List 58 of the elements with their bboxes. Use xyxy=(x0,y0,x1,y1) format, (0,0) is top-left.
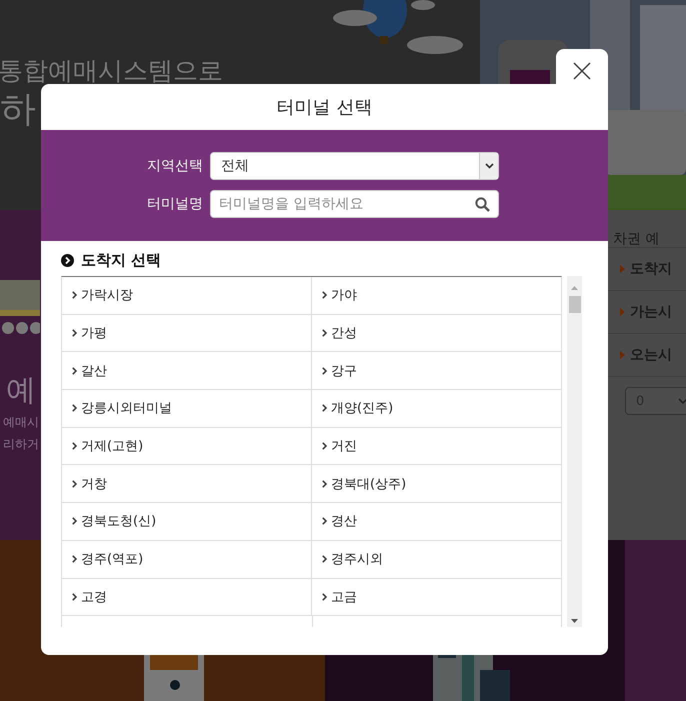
chevron-icon xyxy=(322,517,327,526)
chevron-icon xyxy=(322,329,327,338)
chevron-icon xyxy=(72,366,77,375)
terminal-item[interactable]: 강구 xyxy=(312,352,561,390)
chevron-icon xyxy=(322,555,327,564)
chevron-icon xyxy=(620,265,625,273)
chevron-icon xyxy=(322,480,327,488)
banner-headline: 통합예매시스템으로 xyxy=(0,56,223,86)
banner-subheadline: 하 xyxy=(0,88,36,132)
terminal-item[interactable]: 개양(진주) xyxy=(312,390,561,428)
chevron-circle-icon xyxy=(61,254,74,266)
terminal-item[interactable]: 가락시장 xyxy=(62,277,312,315)
chevron-icon xyxy=(72,329,77,338)
description-text: 리하거 xyxy=(3,436,39,453)
chevron-icon xyxy=(322,404,327,412)
chevron-icon xyxy=(322,592,327,601)
chevron-icon xyxy=(322,442,327,450)
section-title: 예 xyxy=(6,372,36,410)
chevron-icon xyxy=(72,555,77,564)
chevron-icon xyxy=(72,404,77,412)
region-select[interactable]: 전체 xyxy=(210,152,499,180)
chevron-icon xyxy=(620,308,625,316)
terminal-item[interactable]: 경주시외 xyxy=(312,540,561,578)
terminal-item[interactable]: 강릉시외터미널 xyxy=(62,390,312,428)
chevron-icon xyxy=(322,366,327,375)
description-text: 예매시 xyxy=(3,414,39,431)
scroll-thumb[interactable] xyxy=(568,296,580,313)
terminal-item[interactable]: 가야 xyxy=(312,277,561,315)
terminal-item[interactable]: 갈산 xyxy=(62,352,312,390)
caret-icon xyxy=(484,163,494,169)
chevron-icon xyxy=(72,291,77,300)
section-heading: 도착지 선택 xyxy=(81,250,162,270)
field-label: 지역선택 xyxy=(147,157,203,175)
terminal-item[interactable]: 경산 xyxy=(312,503,561,541)
chevron-icon xyxy=(72,480,77,488)
terminal-item[interactable]: 거제(고현) xyxy=(62,428,312,466)
search-field[interactable]: 터미널명을 입력하세요 xyxy=(211,195,475,213)
terminal-item[interactable]: 거진 xyxy=(312,428,561,466)
chevron-icon xyxy=(322,291,327,300)
caret-icon xyxy=(678,398,686,404)
terminal-item[interactable]: 거창 xyxy=(62,465,312,504)
terminal-item[interactable]: 경북도청(신) xyxy=(62,503,312,541)
chevron-icon xyxy=(72,592,77,601)
scrollbar[interactable] xyxy=(567,276,582,627)
terminal-item[interactable]: 고경 xyxy=(62,578,312,616)
chevron-icon xyxy=(72,517,77,526)
scroll-down-icon[interactable] xyxy=(571,619,578,623)
search-icon[interactable] xyxy=(475,196,490,212)
chevron-icon xyxy=(620,351,625,359)
terminal-item[interactable]: 경북대(상주) xyxy=(312,465,561,504)
search-box[interactable]: 터미널명을 입력하세요 xyxy=(210,190,499,218)
dialog-title: 터미널 선택 xyxy=(276,96,372,119)
terminal-item[interactable]: 경주(역포) xyxy=(62,540,312,578)
chevron-icon xyxy=(72,442,77,450)
terminal-item[interactable]: 가평 xyxy=(62,314,312,352)
terminal-item[interactable]: 고금 xyxy=(312,578,561,616)
field-label: 터미널명 xyxy=(147,195,203,213)
terminal-item[interactable]: 간성 xyxy=(312,314,561,352)
